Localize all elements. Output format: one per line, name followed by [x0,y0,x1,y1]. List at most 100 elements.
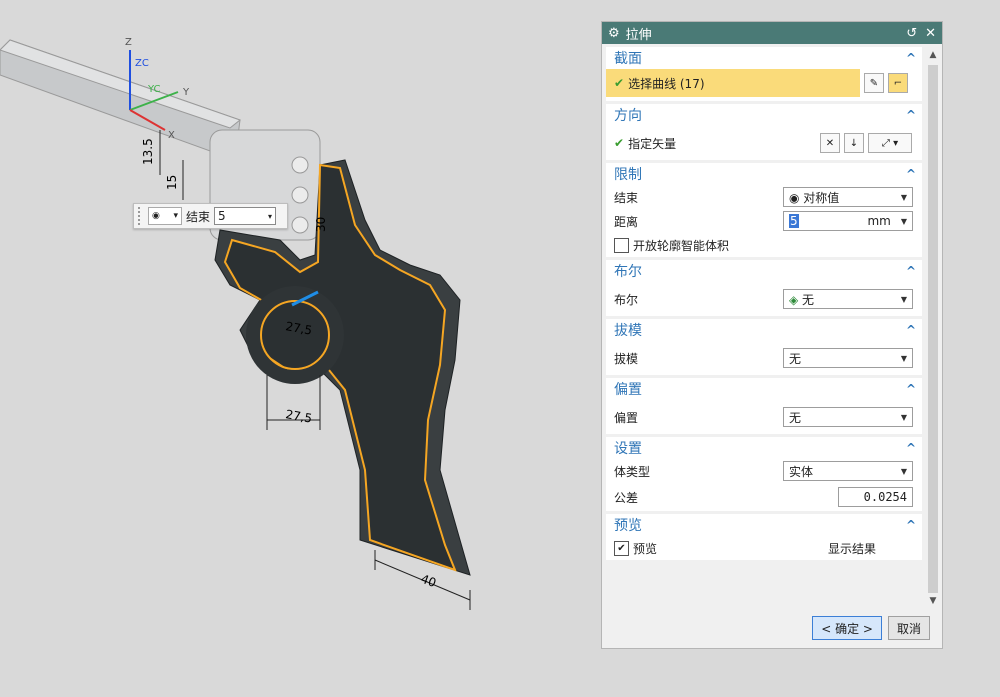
distance-row: 距离 5 mm ▼ [606,209,922,233]
boolean-header[interactable]: 布尔 ^ [606,260,922,282]
dimension-label: 27,5 [284,407,313,425]
boolean-select-value: 无 [802,292,815,307]
axis-label-z: Z [125,37,132,48]
distance-value: 5 [789,214,799,228]
boolean-select[interactable]: ◈ 无 ▼ [783,289,913,309]
extrude-dialog: ⚙ 拉伸 ↺ ✕ 截面 ^ ✔ 选择曲线 (17) ✎ ⌐ 方向 ^ ✔ 指定矢量 ✕ … [601,21,943,649]
offset-section: 偏置 ^ 偏置无 ▼ [606,378,922,437]
body-type-row: 体类型 实体 ▼ [606,459,922,483]
drag-grip-icon[interactable] [138,207,144,225]
chevron-down-icon: ▼ [900,294,907,304]
end-select-value: 对称值 [803,190,840,205]
limits-title: 限制 [614,167,642,183]
tolerance-row: 公差 0.0254 [606,483,922,511]
draft-label: 拔模 [614,351,639,366]
settings-header[interactable]: 设置 ^ [606,437,922,459]
model-canvas[interactable]: Z ZC YC Y X 13.5 15 30 27,5 27,5 40 [0,0,600,697]
checkmark-icon: ✔ [614,76,625,90]
preview-checkbox[interactable]: ✔ [614,540,629,556]
sketch-icon[interactable]: ✎ [864,73,884,93]
direction-title: 方向 [614,108,642,124]
show-result-label[interactable]: 显示结果 [828,540,876,557]
draft-header[interactable]: 拔模 ^ [606,319,922,341]
boolean-section: 布尔 ^ 布尔 ◈ 无 ▼ [606,260,922,319]
chevron-down-icon: ▼ [900,412,907,422]
dimension-label: 30 [314,217,328,232]
curve-selection-icon[interactable]: ⌐ [888,73,908,93]
cylinder-chamber [291,156,309,174]
end-option-dropdown[interactable]: ◉ ▾ [148,207,182,225]
offset-title: 偏置 [614,382,642,398]
dialog-titlebar[interactable]: ⚙ 拉伸 ↺ ✕ [602,22,942,44]
extrude-end-floating-toolbar: ◉ ▾ 结束 5 ▾ [133,203,288,229]
end-select[interactable]: ◉ 对称值 ▼ [783,187,913,207]
open-profile-row[interactable]: 开放轮廓智能体积 [606,233,922,257]
chevron-up-icon: ^ [905,323,916,337]
offset-header[interactable]: 偏置 ^ [606,378,922,400]
dialog-body: 截面 ^ ✔ 选择曲线 (17) ✎ ⌐ 方向 ^ ✔ 指定矢量 ✕ ↓ ⤢ ▾ 限制 ^… [606,47,922,609]
end-value-input[interactable]: 5 ▾ [214,207,277,225]
chevron-down-icon: ▼ [900,353,907,363]
limits-header[interactable]: 限制 ^ [606,163,922,185]
scroll-down-icon[interactable]: ▼ [926,593,940,609]
chevron-down-icon: ▼ [900,466,907,476]
body-type-label: 体类型 [614,464,651,479]
draft-select[interactable]: 无 ▼ [783,348,913,368]
settings-section: 设置 ^ 体类型 实体 ▼ 公差 0.0254 [606,437,922,514]
preview-section: 预览 ^ ✔ 预览显示结果 [606,514,922,563]
distance-unit: mm [867,214,891,228]
boolean-label: 布尔 [614,292,639,307]
checkmark-icon: ✔ [614,136,625,150]
offset-select[interactable]: 无 ▼ [783,407,913,427]
chevron-up-icon: ^ [905,167,916,181]
offset-row: 偏置 无 ▼ [606,400,922,434]
distance-label: 距离 [614,214,639,229]
tolerance-value: 0.0254 [863,490,907,504]
direction-header[interactable]: 方向 ^ [606,104,922,126]
gear-icon: ⚙ [608,25,620,41]
section-section: 截面 ^ ✔ 选择曲线 (17) ✎ ⌐ [606,47,922,104]
draft-title: 拔模 [614,323,642,339]
end-label: 结束 [614,190,639,205]
boolean-row: 布尔 ◈ 无 ▼ [606,282,922,316]
specify-vector-row[interactable]: ✔ 指定矢量 ✕ ↓ ⤢ ▾ [606,126,922,160]
preview-header[interactable]: 预览 ^ [606,514,922,536]
open-profile-checkbox[interactable] [614,237,629,253]
scroll-up-icon[interactable]: ▲ [926,47,940,63]
axis-label-yc: YC [147,84,161,95]
reverse-direction-icon[interactable]: ✕ [820,133,840,153]
tolerance-input[interactable]: 0.0254 [838,487,913,507]
draft-section: 拔模 ^ 拔模无 ▼ [606,319,922,378]
vector-type-dropdown[interactable]: ⤢ ▾ [868,133,912,153]
dimension-label: 13.5 [141,138,155,165]
ok-button[interactable]: < 确定 > [812,616,882,640]
cancel-button[interactable]: 取消 [887,616,930,640]
offset-label: 偏置 [614,410,639,425]
tolerance-label: 公差 [614,490,639,505]
chevron-down-icon: ▼ [900,192,907,202]
chevron-up-icon: ^ [905,382,916,396]
settings-title: 设置 [614,441,642,457]
scroll-thumb[interactable] [928,65,938,593]
cylinder-chamber [291,186,309,204]
select-curve-row[interactable]: ✔ 选择曲线 (17) [606,69,860,97]
vector-dialog-icon[interactable]: ↓ [844,133,864,153]
dialog-footer: < 确定 > 取消 [602,608,942,648]
chevron-down-icon: ▾ [268,211,273,221]
dialog-scrollbar[interactable]: ▲ ▼ [926,47,940,609]
boolean-none-icon: ◈ [789,292,803,307]
axis-label-zc: ZC [135,58,149,69]
section-title: 截面 [614,51,642,67]
select-curve-label: 选择曲线 (17) [628,76,705,91]
cube-icon: ◉ [152,211,160,221]
section-header[interactable]: 截面 ^ [606,47,922,69]
body-type-select[interactable]: 实体 ▼ [783,461,913,481]
dimension-label: 40 [419,572,438,590]
preview-title: 预览 [614,518,642,534]
chevron-up-icon: ^ [905,441,916,455]
body-type-value: 实体 [789,464,814,479]
reset-icon[interactable]: ↺ [906,26,917,41]
distance-input[interactable]: 5 mm ▼ [783,211,913,231]
chevron-up-icon: ^ [905,108,916,122]
close-icon[interactable]: ✕ [925,26,936,41]
